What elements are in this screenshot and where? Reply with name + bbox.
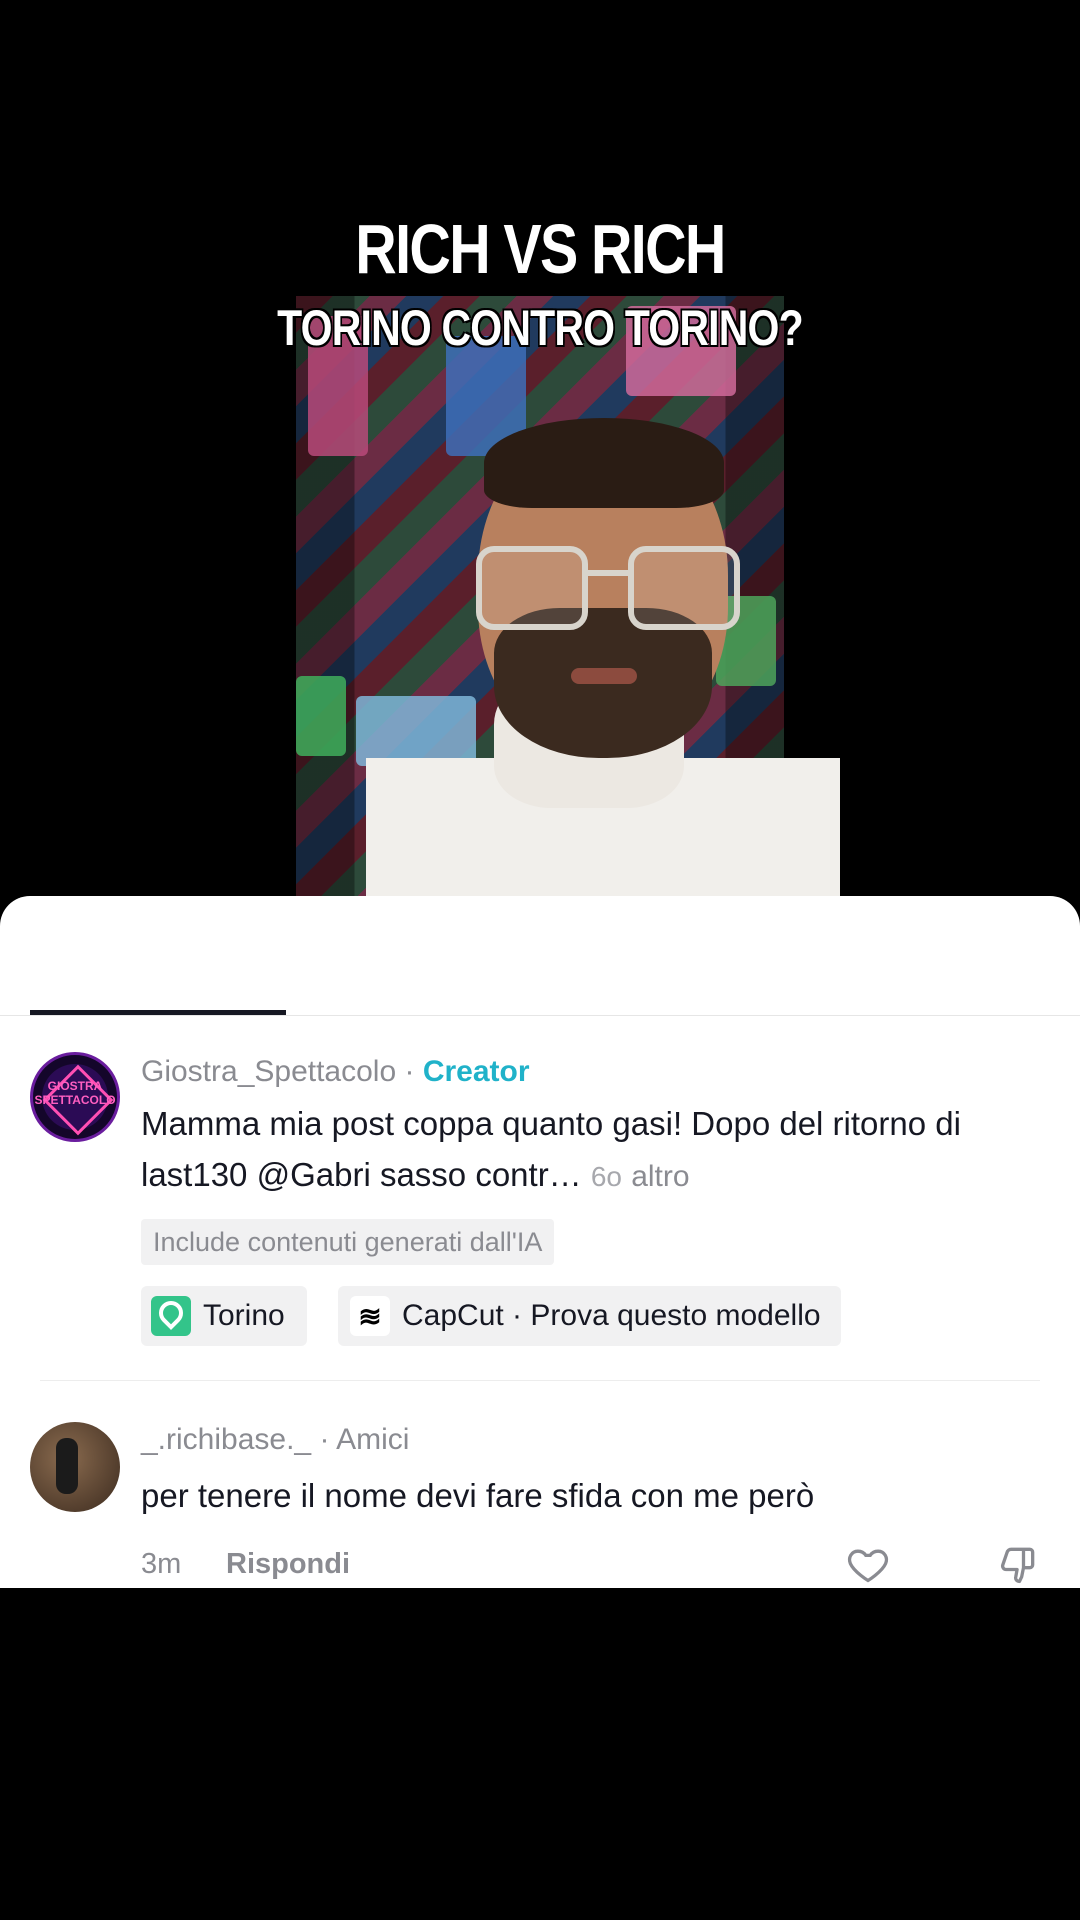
comment-author-line: Giostra_Spettacolo · Creator [141, 1055, 530, 1088]
comment-time: 3m [141, 1548, 182, 1580]
comment-time: 6o [590, 1161, 623, 1192]
avatar[interactable]: GIOSTRA SPETTACOLO [30, 1052, 120, 1142]
comment-author[interactable]: _.richibase._ [141, 1423, 311, 1456]
ai-generated-label: Include contenuti generati dall'IA [141, 1219, 555, 1265]
read-more-link[interactable]: altro [631, 1160, 689, 1193]
comment-meta: 3m Rispondi [141, 1544, 350, 1584]
divider [40, 1380, 1040, 1381]
comment-text[interactable]: per tenere il nome devi fare sfida con m… [141, 1470, 1041, 1521]
capcut-template-chip[interactable]: ≋ CapCut · Prova questo modello [338, 1286, 841, 1346]
avatar[interactable] [30, 1422, 120, 1512]
avatar-logo-text: GIOSTRA SPETTACOLO [34, 1079, 116, 1107]
capcut-icon: ≋ [350, 1296, 390, 1336]
video-subtitle: TORINO CONTRO TORINO? [277, 300, 803, 356]
location-pin-icon [151, 1296, 191, 1336]
location-label: Torino [203, 1299, 285, 1332]
location-chip[interactable]: Torino [141, 1286, 307, 1346]
comment-body: Mamma mia post coppa quanto gasi! Dopo d… [141, 1105, 961, 1193]
creator-badge: Creator [422, 1055, 530, 1088]
comment-body: per tenere il nome devi fare sfida con m… [141, 1477, 815, 1514]
heart-icon[interactable] [846, 1542, 890, 1586]
reply-button[interactable]: Rispondi [226, 1544, 350, 1584]
comment-author[interactable]: Giostra_Spettacolo [141, 1055, 396, 1088]
comment-text[interactable]: Mamma mia post coppa quanto gasi! Dopo d… [141, 1098, 1041, 1202]
capcut-label: CapCut · Prova questo modello [402, 1299, 821, 1332]
comments-panel: GIOSTRA SPETTACOLO Giostra_Spettacolo · … [0, 896, 1080, 1588]
dislike-icon[interactable] [996, 1542, 1040, 1586]
comments-tab-bar [0, 896, 1080, 1016]
video-player[interactable]: RICH VS RICH TORINO CONTRO TORINO? [0, 0, 1080, 1026]
video-title: RICH VS RICH [355, 210, 726, 288]
friend-badge: Amici [336, 1423, 410, 1456]
divider [0, 1015, 1080, 1016]
comment-author-line: _.richibase._ · Amici [141, 1423, 410, 1456]
